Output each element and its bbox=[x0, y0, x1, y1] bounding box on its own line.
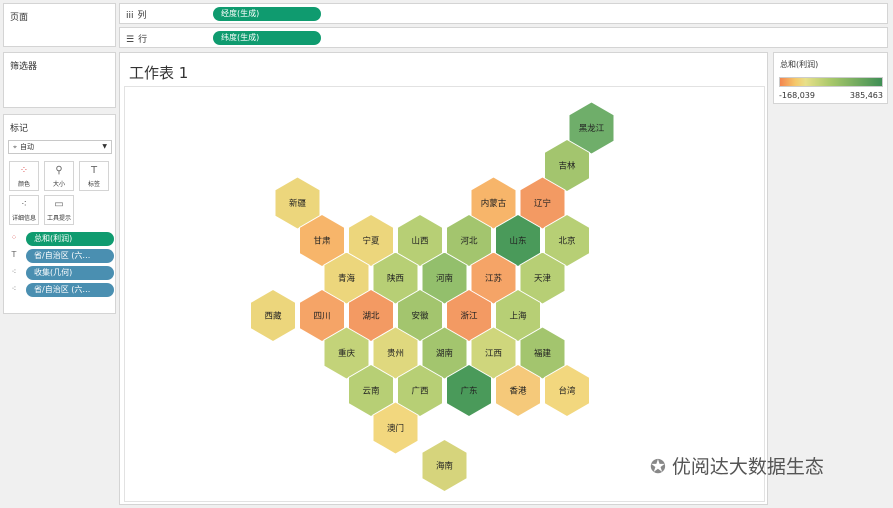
legend-min-label: -168,039 bbox=[779, 91, 815, 100]
hex-label: 湖南 bbox=[436, 348, 453, 359]
hex-label: 香港 bbox=[509, 386, 527, 397]
hex-label: 山东 bbox=[509, 236, 526, 247]
hex-label: 上海 bbox=[509, 311, 527, 322]
wechat-icon: ✪ bbox=[650, 456, 666, 478]
hex-cell[interactable]: 海南 bbox=[421, 438, 468, 493]
hex-label: 台湾 bbox=[558, 386, 576, 397]
hex-label: 贵州 bbox=[387, 348, 404, 359]
hex-label: 安徽 bbox=[411, 311, 429, 322]
hex-label: 内蒙古 bbox=[481, 198, 507, 209]
hex-label: 青海 bbox=[338, 273, 356, 284]
hex-label: 黑龙江 bbox=[579, 123, 605, 134]
hex-label: 甘肃 bbox=[313, 236, 331, 247]
hex-label: 广东 bbox=[460, 386, 477, 397]
hex-label: 河北 bbox=[460, 236, 478, 247]
hex-label: 广西 bbox=[411, 386, 428, 397]
color-scale-bar bbox=[779, 77, 883, 87]
hex-label: 江苏 bbox=[485, 273, 503, 284]
hex-label: 辽宁 bbox=[534, 198, 551, 209]
hex-label: 重庆 bbox=[338, 348, 356, 359]
hex-label: 宁夏 bbox=[362, 236, 380, 247]
hex-label: 新疆 bbox=[289, 198, 307, 209]
hex-label: 湖北 bbox=[362, 312, 380, 322]
hex-label: 海南 bbox=[436, 461, 453, 472]
hex-label: 福建 bbox=[534, 348, 552, 359]
hex-label: 江西 bbox=[485, 349, 502, 359]
hex-label: 陕西 bbox=[387, 273, 404, 284]
hex-label: 北京 bbox=[558, 236, 575, 247]
hex-label: 四川 bbox=[313, 312, 330, 322]
hex-label: 吉林 bbox=[558, 161, 576, 172]
hex-label: 河南 bbox=[436, 273, 453, 284]
hex-label: 澳门 bbox=[387, 423, 404, 434]
hex-label: 天津 bbox=[534, 273, 552, 284]
hex-label: 浙江 bbox=[460, 311, 478, 322]
watermark-text: 优阅达大数据生态 bbox=[671, 456, 824, 478]
legend-max-label: 385,463 bbox=[849, 91, 883, 100]
watermark: ✪ 优阅达大数据生态 bbox=[650, 452, 824, 479]
hex-label: 云南 bbox=[362, 386, 379, 397]
hex-cell[interactable]: 西藏 bbox=[250, 288, 296, 343]
legend-title: 总和(利润) bbox=[780, 60, 819, 69]
hex-map: 黑龙江吉林新疆 内蒙古 辽宁甘肃 宁夏 山西 河北 山东 北京青海 陕西 河南 江苏 天津西藏 四川 湖北… bbox=[250, 101, 615, 493]
hex-label: 山西 bbox=[411, 236, 428, 247]
hex-label: 西藏 bbox=[264, 311, 282, 322]
